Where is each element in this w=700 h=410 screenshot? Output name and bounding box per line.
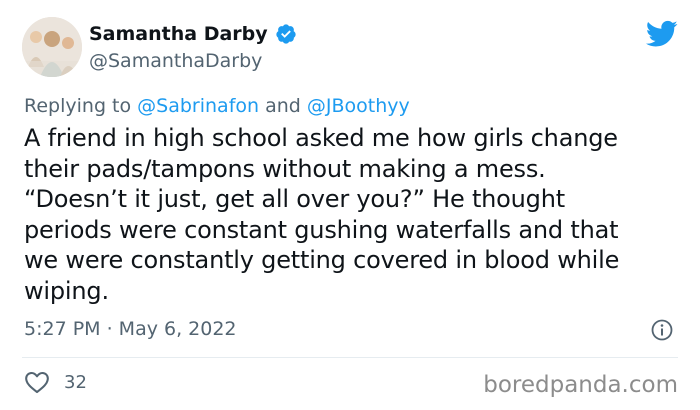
avatar[interactable]	[22, 17, 82, 77]
twitter-bird-icon[interactable]	[646, 20, 678, 48]
verified-badge-icon	[276, 24, 296, 44]
info-icon[interactable]	[650, 318, 674, 342]
replying-to-label: Replying to	[24, 95, 138, 117]
like-button[interactable]: 32	[24, 370, 87, 394]
mention-link[interactable]: @JBoothyy	[307, 95, 410, 117]
watermark: boredpanda.com	[483, 372, 678, 398]
replying-to-joiner: and	[259, 95, 307, 117]
divider	[22, 357, 678, 358]
tweet-text: A friend in high school asked me how gir…	[24, 124, 620, 305]
heart-icon	[25, 371, 49, 394]
tweet-timestamp[interactable]: 5:27 PM · May 6, 2022	[24, 318, 237, 340]
mention-link[interactable]: @Sabrinafon	[137, 95, 259, 117]
replying-to-line: Replying to @Sabrinafon and @JBoothyy	[24, 95, 410, 117]
like-count: 32	[64, 371, 87, 393]
author-display-name[interactable]: Samantha Darby	[89, 23, 268, 45]
author-name-row: Samantha Darby	[89, 23, 297, 45]
author-handle[interactable]: @SamanthaDarby	[89, 50, 262, 72]
